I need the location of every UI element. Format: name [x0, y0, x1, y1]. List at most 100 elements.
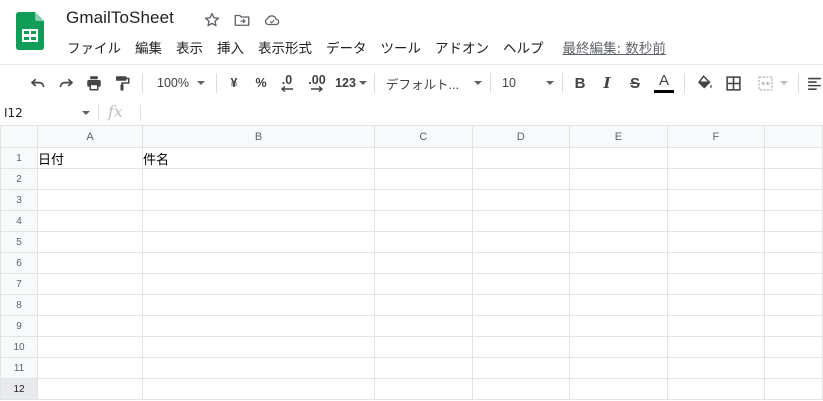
cell-b1[interactable]: 件名 [141, 147, 376, 169]
column-header-c[interactable]: C [374, 125, 473, 148]
row-header-6[interactable]: 6 [0, 252, 39, 274]
row-header-3[interactable]: 3 [0, 189, 39, 211]
cell[interactable] [141, 336, 376, 358]
select-all-corner[interactable] [0, 125, 39, 148]
cell[interactable] [569, 252, 668, 274]
cell[interactable] [666, 336, 766, 358]
cloud-saved-icon[interactable] [263, 11, 281, 29]
cell[interactable] [141, 273, 376, 295]
sheets-logo-icon[interactable] [16, 12, 44, 50]
cell[interactable] [666, 147, 766, 169]
row-header-1[interactable]: 1 [0, 147, 39, 169]
cell[interactable] [37, 168, 143, 190]
cell[interactable] [141, 252, 376, 274]
fill-color-button[interactable] [694, 65, 716, 101]
cell[interactable] [569, 294, 668, 316]
cell[interactable] [374, 252, 473, 274]
horizontal-align-button[interactable] [806, 65, 823, 101]
cell[interactable] [569, 315, 668, 337]
menu-tools[interactable]: ツール [374, 37, 429, 57]
merge-cells-button[interactable] [752, 65, 792, 101]
cell[interactable] [37, 231, 143, 253]
cell[interactable] [666, 189, 766, 211]
name-box[interactable]: I12 [0, 101, 96, 125]
font-family-select[interactable]: デフォルト... [386, 65, 482, 101]
more-formats-button[interactable]: 123 [334, 65, 368, 101]
cell[interactable] [764, 273, 823, 295]
cell[interactable] [374, 210, 473, 232]
cell[interactable] [569, 378, 668, 400]
font-size-select[interactable]: 10 [502, 65, 554, 101]
cell[interactable] [569, 357, 668, 379]
row-header-7[interactable]: 7 [0, 273, 39, 295]
cell[interactable] [666, 231, 766, 253]
menu-format[interactable]: 表示形式 [251, 37, 319, 57]
row-header-11[interactable]: 11 [0, 357, 39, 379]
cell[interactable] [37, 294, 143, 316]
cell[interactable] [374, 189, 473, 211]
increase-decimal-button[interactable]: .00 [304, 65, 330, 101]
menu-file[interactable]: ファイル [60, 37, 128, 57]
column-header-d[interactable]: D [471, 125, 571, 148]
cell[interactable] [471, 189, 571, 211]
cell[interactable] [666, 168, 766, 190]
cell[interactable] [764, 294, 823, 316]
cell[interactable] [374, 315, 473, 337]
cell[interactable] [141, 357, 376, 379]
cell[interactable] [471, 210, 571, 232]
row-header-2[interactable]: 2 [0, 168, 39, 190]
column-header-f[interactable]: F [666, 125, 766, 148]
cell[interactable] [37, 189, 143, 211]
row-header-8[interactable]: 8 [0, 294, 39, 316]
cell[interactable] [666, 315, 766, 337]
cell[interactable] [374, 273, 473, 295]
cell[interactable] [569, 336, 668, 358]
menu-view[interactable]: 表示 [169, 37, 210, 57]
cell[interactable] [374, 231, 473, 253]
redo-button[interactable] [54, 65, 78, 101]
cell[interactable] [666, 378, 766, 400]
cell[interactable] [764, 210, 823, 232]
column-header-b[interactable]: B [141, 125, 376, 148]
cell[interactable] [374, 336, 473, 358]
document-title[interactable]: GmailToSheet [66, 8, 174, 28]
menu-data[interactable]: データ [319, 37, 374, 57]
star-icon[interactable] [203, 11, 221, 29]
cell[interactable] [141, 168, 376, 190]
cell[interactable] [569, 273, 668, 295]
cell[interactable] [764, 315, 823, 337]
menu-addons[interactable]: アドオン [428, 37, 496, 57]
cell[interactable] [666, 252, 766, 274]
cell[interactable] [37, 252, 143, 274]
cell[interactable] [666, 273, 766, 295]
last-edit-link[interactable]: 最終編集: 数秒前 [563, 37, 666, 57]
cell[interactable] [141, 231, 376, 253]
cell[interactable] [764, 357, 823, 379]
cell[interactable] [141, 294, 376, 316]
move-folder-icon[interactable] [233, 11, 251, 29]
zoom-select[interactable]: 100% [150, 65, 212, 101]
menu-help[interactable]: ヘルプ [496, 37, 551, 57]
cell[interactable] [141, 210, 376, 232]
cell-a1[interactable]: 日付 [37, 147, 143, 169]
cell[interactable] [569, 231, 668, 253]
cell[interactable] [764, 336, 823, 358]
formula-input[interactable] [150, 101, 814, 127]
text-color-button[interactable]: A [652, 65, 676, 101]
cell[interactable] [471, 252, 571, 274]
column-header-a[interactable]: A [37, 125, 143, 148]
cell[interactable] [471, 336, 571, 358]
decrease-decimal-button[interactable]: .0 [276, 65, 298, 101]
cell[interactable] [471, 294, 571, 316]
menu-insert[interactable]: 挿入 [210, 37, 251, 57]
row-header-10[interactable]: 10 [0, 336, 39, 358]
column-header-e[interactable]: E [569, 125, 668, 148]
paint-format-button[interactable] [110, 65, 134, 101]
cell[interactable] [374, 357, 473, 379]
cell[interactable] [37, 357, 143, 379]
cell[interactable] [471, 273, 571, 295]
cell[interactable] [764, 189, 823, 211]
cell[interactable] [471, 315, 571, 337]
column-header-g[interactable] [764, 125, 823, 148]
cell[interactable] [569, 210, 668, 232]
